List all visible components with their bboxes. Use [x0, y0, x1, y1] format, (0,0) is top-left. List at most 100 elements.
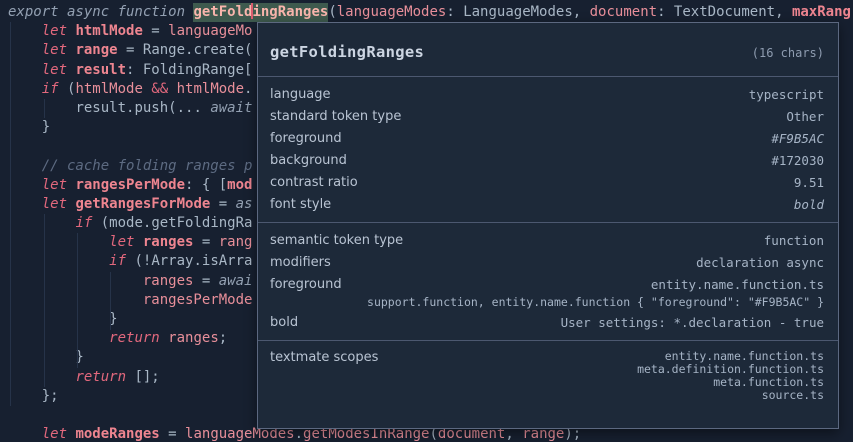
code-token: return: [75, 369, 134, 385]
code-token: ranges: [143, 234, 194, 250]
code-token: maxRang: [792, 4, 851, 20]
row-label: background: [270, 153, 347, 168]
code-token: htmlMode: [177, 81, 244, 97]
code-token: [8, 23, 42, 39]
code-token: htmlMode: [75, 23, 142, 39]
code-token: let: [42, 42, 76, 58]
panel-row: foreground #F9B5AC: [270, 127, 824, 149]
row-label: contrast ratio: [270, 175, 358, 190]
code-token: [8, 177, 42, 193]
code-token: getRangesForMode: [75, 196, 210, 212]
panel-sections: languagetypescriptstandard token typeOth…: [258, 76, 838, 409]
code-token: mode.getFoldingRa: [109, 215, 252, 231]
panel-row: contrast ratio9.51: [270, 171, 824, 193]
code-token: }: [8, 349, 84, 365]
token-length: (16 chars): [752, 46, 824, 60]
row-value: entity.name.function.ts: [651, 277, 824, 292]
code-token: modeRanges: [75, 426, 159, 442]
code-token: await: [210, 100, 252, 116]
code-token: export async function: [8, 4, 193, 20]
code-token: languageMo: [168, 23, 252, 39]
code-token: }: [8, 311, 118, 327]
token-text: getFoldingRanges: [270, 43, 424, 61]
code-token: result.push(: [75, 100, 176, 116]
row-label: foreground: [270, 131, 342, 146]
code-token: awai: [219, 273, 253, 289]
code-token: (: [101, 215, 109, 231]
row-label: standard token type: [270, 109, 401, 124]
code-token: let: [42, 62, 76, 78]
code-token: =: [193, 273, 218, 289]
indent-guide: [110, 272, 111, 330]
panel-row: boldUser settings: *.declaration - true: [270, 311, 824, 333]
panel-row: textmate scopesentity.name.function.tsme…: [270, 347, 824, 402]
code-token: rangesPerMode: [75, 177, 185, 193]
row-label: semantic token type: [270, 233, 403, 248]
code-token: [8, 292, 143, 308]
row-value: declaration async: [696, 255, 824, 270]
row-label: language: [270, 87, 331, 102]
row-label: foreground: [270, 277, 342, 292]
code-token: rangesPerMode: [143, 292, 253, 308]
code-token: Range.create(: [143, 42, 253, 58]
panel-row: foreground entity.name.function.ts: [270, 273, 824, 295]
code-token: (!: [134, 253, 151, 269]
code-token: =: [143, 23, 168, 39]
code-token: [8, 426, 42, 442]
code-token: range: [75, 42, 117, 58]
panel-section: languagetypescriptstandard token typeOth…: [258, 76, 838, 222]
indent-guide: [10, 22, 11, 406]
row-value: Other: [786, 109, 824, 124]
code-token: ranges: [143, 273, 194, 289]
row-label: modifiers: [270, 255, 331, 270]
code-token: let: [42, 196, 76, 212]
code-token: };: [8, 388, 59, 404]
panel-row: modifiers declaration async: [270, 251, 824, 273]
code-token: &&: [143, 81, 177, 97]
code-token: return: [109, 330, 168, 346]
code-token: if: [75, 215, 100, 231]
code-token: ranges: [168, 330, 219, 346]
code-token: }: [8, 119, 50, 135]
row-extra-value: support.function, entity.name.function {…: [270, 293, 824, 311]
code-token: [8, 369, 75, 385]
row-label: font style: [270, 197, 331, 212]
code-token: [8, 234, 109, 250]
code-line[interactable]: export async function getFoldingRanges(l…: [8, 3, 853, 22]
code-token: =: [193, 234, 218, 250]
code-token: TextDocument: [674, 4, 775, 20]
code-token: Array.isArra: [151, 253, 252, 269]
code-token: ,: [775, 4, 792, 20]
code-token: LanguageModes: [463, 4, 573, 20]
code-token: :: [126, 62, 143, 78]
code-token: =: [118, 42, 143, 58]
code-token: : { [: [185, 177, 227, 193]
code-token: (: [328, 4, 336, 20]
code-token: [8, 215, 75, 231]
vscode-editor: { "editor": { "background": "#172030", "…: [0, 0, 853, 442]
indent-guide: [77, 233, 78, 368]
code-token: mod: [227, 177, 252, 193]
code-token: :: [446, 4, 463, 20]
code-token: [8, 42, 42, 58]
code-token: rang: [219, 234, 253, 250]
code-token: [8, 253, 109, 269]
code-token: getFold: [193, 3, 252, 22]
code-token: let: [42, 23, 76, 39]
row-value: #172030: [771, 153, 824, 168]
code-token: [8, 62, 42, 78]
row-label: textmate scopes: [270, 350, 378, 365]
code-token: [8, 273, 143, 289]
code-token: ;: [219, 330, 227, 346]
code-token: let: [42, 177, 76, 193]
code-token: ,: [573, 4, 590, 20]
row-value: function: [764, 233, 824, 248]
panel-section: textmate scopesentity.name.function.tsme…: [258, 340, 838, 409]
code-token: FoldingRange[: [143, 62, 253, 78]
row-value: source.ts: [762, 389, 824, 402]
row-value: #F9B5AC: [771, 131, 824, 146]
row-value: User settings: *.declaration - true: [561, 315, 824, 330]
indent-guide: [44, 99, 45, 118]
code-token: [8, 81, 42, 97]
code-token: ...: [177, 100, 211, 116]
